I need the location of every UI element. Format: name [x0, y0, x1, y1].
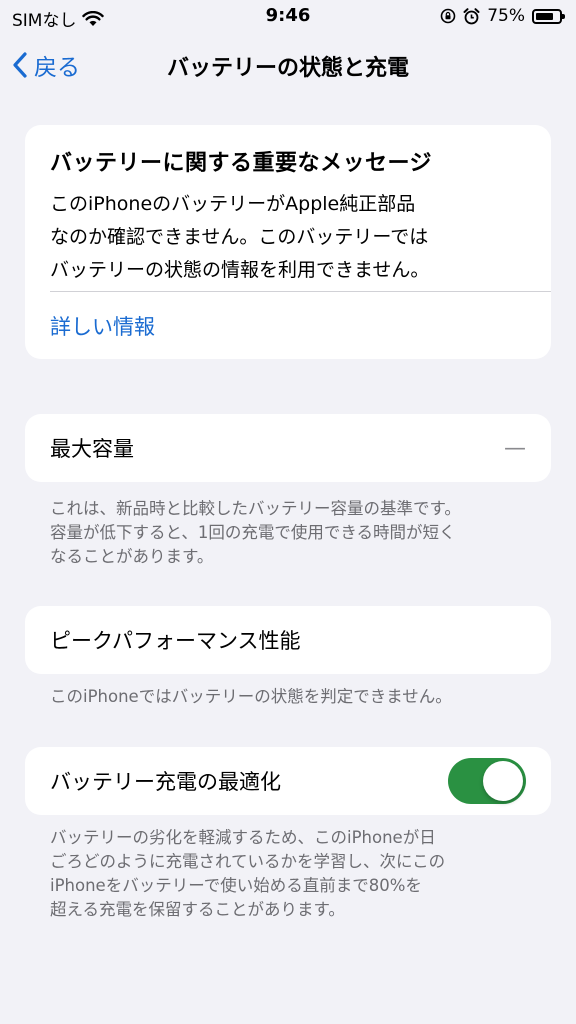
page-title: バッテリーの状態と充電 [166, 56, 409, 81]
message-line: このiPhoneのバッテリーがApple純正部品 [50, 193, 416, 215]
battery-message-card: バッテリーに関する重要なメッセージ このiPhoneのバッテリーがApple純正… [25, 125, 551, 359]
footer-line: iPhoneをバッテリーで使い始める直前まで80%を [50, 876, 422, 895]
max-capacity-row: 最大容量 — [25, 414, 551, 482]
message-line: バッテリーの状態の情報を利用できません。 [50, 259, 430, 281]
footer-line: このiPhoneではバッテリーの状態を判定できません。 [50, 687, 452, 706]
divider [50, 291, 551, 292]
footer-line: これは、新品時と比較したバッテリー容量の基準です。 [50, 499, 461, 518]
orientation-lock-icon [440, 8, 456, 24]
optimized-charging-footer: バッテリーの劣化を軽減するため、このiPhoneが日 ごろどのように充電されてい… [50, 826, 530, 922]
toggle-knob [483, 761, 523, 801]
optimized-charging-toggle[interactable] [448, 758, 526, 804]
alarm-icon [463, 7, 480, 24]
message-body: このiPhoneのバッテリーがApple純正部品 なのか確認できません。このバッ… [50, 188, 520, 287]
optimized-charging-label: バッテリー充電の最適化 [50, 770, 281, 794]
footer-line: 超える充電を保留することがあります。 [50, 900, 345, 919]
footer-line: バッテリーの劣化を軽減するため、このiPhoneが日 [50, 828, 436, 847]
status-bar: SIMなし 9:46 75% [0, 0, 576, 34]
battery-percent: 75% [487, 6, 525, 26]
max-capacity-label: 最大容量 [50, 437, 134, 461]
max-capacity-value: — [504, 435, 526, 461]
peak-performance-row: ピークパフォーマンス性能 [25, 606, 551, 674]
navigation-bar: 戻る バッテリーの状態と充電 [0, 40, 576, 90]
footer-line: 容量が低下すると、1回の充電で使用できる時間が短く [50, 523, 456, 542]
footer-line: なることがあります。 [50, 547, 214, 566]
battery-icon [532, 8, 565, 24]
more-info-link[interactable]: 詳しい情報 [50, 311, 155, 341]
message-line: なのか確認できません。このバッテリーでは [50, 226, 429, 248]
footer-line: ごろどのように充電されているかを学習し、次にこの [50, 852, 446, 871]
optimized-charging-row: バッテリー充電の最適化 [25, 747, 551, 815]
status-right: 75% [440, 6, 565, 26]
message-title: バッテリーに関する重要なメッセージ [50, 151, 433, 176]
peak-performance-label: ピークパフォーマンス性能 [50, 629, 301, 653]
max-capacity-footer: これは、新品時と比較したバッテリー容量の基準です。 容量が低下すると、1回の充電… [50, 497, 530, 569]
peak-performance-footer: このiPhoneではバッテリーの状態を判定できません。 [50, 685, 530, 709]
